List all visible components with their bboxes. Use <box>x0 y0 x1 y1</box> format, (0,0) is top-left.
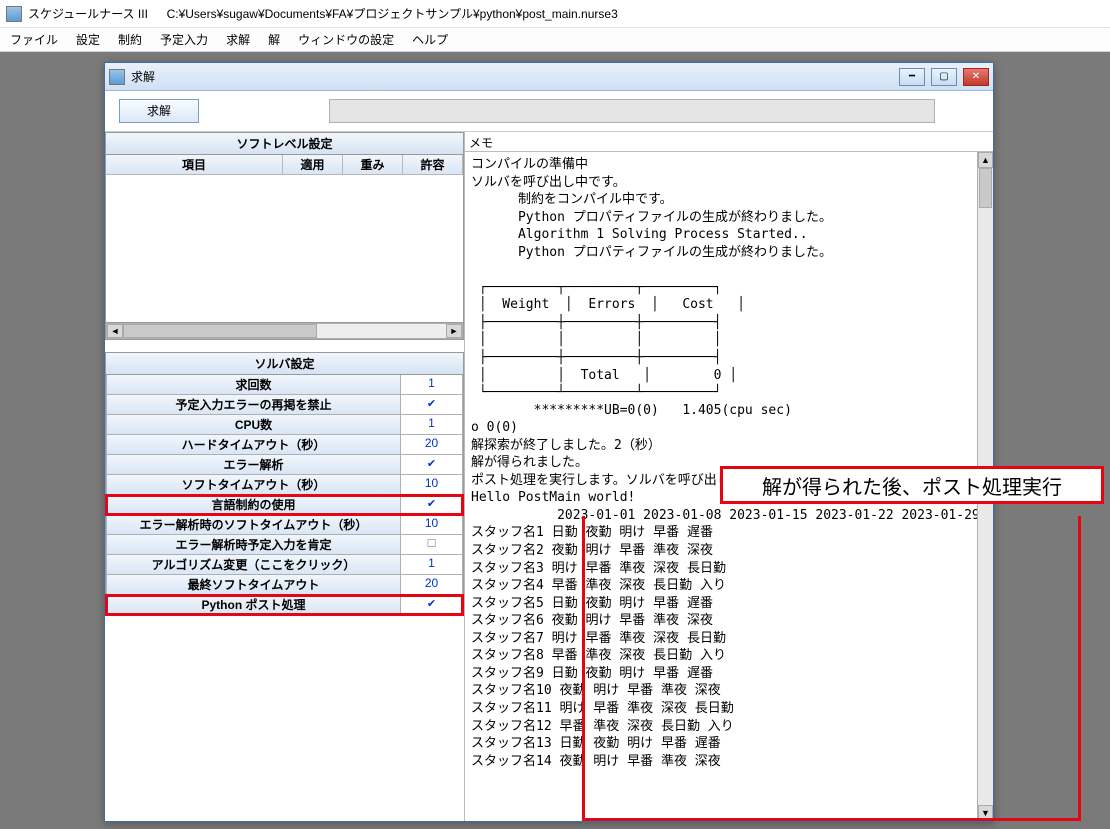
vscroll-thumb[interactable] <box>979 168 992 208</box>
child-window-solve: 求解 ━ ▢ ✕ 求解 ソフトレベル設定 項目適用重み許容 ◄ ► <box>104 62 994 822</box>
menu-item-3[interactable]: 予定入力 <box>160 31 208 48</box>
solver-row-value[interactable] <box>401 495 463 515</box>
soft-grid-body[interactable] <box>106 175 463 323</box>
scroll-up-icon[interactable]: ▲ <box>978 152 993 168</box>
solver-row-value[interactable]: 1 <box>401 375 463 395</box>
solver-row-7: エラー解析時のソフトタイムアウト（秒）10 <box>106 515 463 535</box>
soft-grid-header[interactable]: 項目 <box>106 155 283 175</box>
solver-row-1: 予定入力エラーの再掲を禁止 <box>106 395 463 415</box>
solver-row-4: エラー解析 <box>106 455 463 475</box>
solver-grid-title: ソルバ設定 <box>106 353 463 375</box>
soft-grid-header[interactable]: 重み <box>343 155 403 175</box>
memo-label[interactable]: メモ <box>465 132 993 152</box>
solver-row-value[interactable] <box>401 595 463 615</box>
solver-row-label: エラー解析時予定入力を肯定 <box>106 535 401 555</box>
solver-row-label: 最終ソフトタイムアウト <box>106 575 401 595</box>
solver-row-label: 言語制約の使用 <box>106 495 401 515</box>
solver-row-value[interactable]: 20 <box>401 575 463 595</box>
solver-row-label: 予定入力エラーの再掲を禁止 <box>106 395 401 415</box>
solver-row-label: CPU数 <box>106 415 401 435</box>
menu-item-5[interactable]: 解 <box>268 31 280 48</box>
solve-output-box[interactable] <box>329 99 935 123</box>
checkbox-icon[interactable] <box>427 396 436 410</box>
child-window-title: 求解 <box>131 68 893 85</box>
scroll-left-icon[interactable]: ◄ <box>107 324 123 338</box>
child-titlebar[interactable]: 求解 ━ ▢ ✕ <box>105 63 993 91</box>
solver-row-value[interactable]: 1 <box>401 415 463 435</box>
solver-row-value[interactable]: 10 <box>401 475 463 495</box>
soft-level-grid: ソフトレベル設定 項目適用重み許容 ◄ ► <box>105 132 464 340</box>
menu-item-0[interactable]: ファイル <box>10 31 58 48</box>
solver-row-label: アルゴリズム変更（ここをクリック） <box>106 555 401 575</box>
menu-item-2[interactable]: 制約 <box>118 31 142 48</box>
checkbox-icon[interactable] <box>427 456 436 470</box>
app-icon <box>6 6 22 22</box>
menu-item-4[interactable]: 求解 <box>226 31 250 48</box>
app-filepath: C:¥Users¥sugaw¥Documents¥FA¥プロジェクトサンプル¥p… <box>167 5 618 22</box>
soft-grid-header[interactable]: 適用 <box>283 155 343 175</box>
toolbar: 求解 <box>105 91 993 131</box>
solver-row-label: Python ポスト処理 <box>106 595 401 615</box>
solver-row-label: ハードタイムアウト（秒） <box>106 435 401 455</box>
solver-row-label: 求回数 <box>106 375 401 395</box>
solver-row-5: ソフトタイムアウト（秒）10 <box>106 475 463 495</box>
solver-row-value[interactable] <box>401 395 463 415</box>
solver-row-10: 最終ソフトタイムアウト20 <box>106 575 463 595</box>
minimize-button[interactable]: ━ <box>899 68 925 86</box>
solver-row-6: 言語制約の使用 <box>106 495 463 515</box>
mdi-area: 求解 ━ ▢ ✕ 求解 ソフトレベル設定 項目適用重み許容 ◄ ► <box>0 52 1110 829</box>
checkbox-icon[interactable] <box>427 496 436 510</box>
soft-grid-header[interactable]: 許容 <box>403 155 463 175</box>
solver-row-9: アルゴリズム変更（ここをクリック）1 <box>106 555 463 575</box>
solver-row-0: 求回数1 <box>106 375 463 395</box>
scroll-right-icon[interactable]: ► <box>446 324 462 338</box>
solver-row-value[interactable] <box>401 535 463 555</box>
solver-row-label: ソフトタイムアウト（秒） <box>106 475 401 495</box>
checkbox-icon[interactable] <box>427 536 437 550</box>
hscroll-thumb[interactable] <box>123 324 317 338</box>
solver-row-value[interactable]: 20 <box>401 435 463 455</box>
scroll-down-icon[interactable]: ▼ <box>978 805 993 821</box>
checkbox-icon[interactable] <box>427 596 436 610</box>
soft-grid-title: ソフトレベル設定 <box>106 133 463 155</box>
solver-row-2: CPU数1 <box>106 415 463 435</box>
child-window-icon <box>109 69 125 85</box>
solver-row-label: エラー解析 <box>106 455 401 475</box>
solver-row-value[interactable]: 1 <box>401 555 463 575</box>
menubar: ファイル 設定 制約 予定入力 求解 解 ウィンドウの設定 ヘルプ <box>0 28 1110 52</box>
solver-settings-grid: ソルバ設定 求回数1予定入力エラーの再掲を禁止CPU数1ハードタイムアウト（秒）… <box>105 352 464 616</box>
soft-grid-hscroll[interactable]: ◄ ► <box>106 323 463 339</box>
solver-row-3: ハードタイムアウト（秒）20 <box>106 435 463 455</box>
app-titlebar: スケジュールナース III C:¥Users¥sugaw¥Documents¥F… <box>0 0 1110 28</box>
menu-item-6[interactable]: ウィンドウの設定 <box>298 31 394 48</box>
solver-row-label: エラー解析時のソフトタイムアウト（秒） <box>106 515 401 535</box>
solver-row-11: Python ポスト処理 <box>106 595 463 615</box>
solver-row-8: エラー解析時予定入力を肯定 <box>106 535 463 555</box>
solve-button[interactable]: 求解 <box>119 99 199 123</box>
left-pane: ソフトレベル設定 項目適用重み許容 ◄ ► ソルバ設定 求回数1予定入力エラーの… <box>105 132 465 821</box>
solver-row-value[interactable] <box>401 455 463 475</box>
maximize-button[interactable]: ▢ <box>931 68 957 86</box>
menu-item-1[interactable]: 設定 <box>76 31 100 48</box>
solver-row-value[interactable]: 10 <box>401 515 463 535</box>
close-button[interactable]: ✕ <box>963 68 989 86</box>
annotation-callout: 解が得られた後、ポスト処理実行 <box>720 466 1104 504</box>
menu-item-7[interactable]: ヘルプ <box>412 31 448 48</box>
app-title: スケジュールナース III <box>28 5 148 22</box>
